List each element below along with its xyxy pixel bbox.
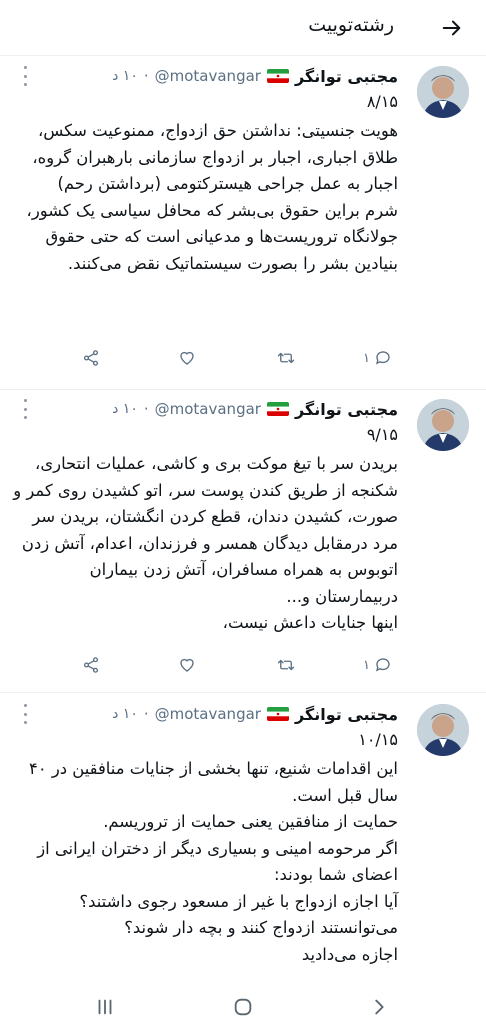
back-icon xyxy=(375,999,384,1015)
author-name[interactable]: مجتبی توانگر xyxy=(295,705,398,724)
iran-flag-icon xyxy=(266,402,289,416)
tweet[interactable]: مجتبی توانگر @motavangar · ۱۰ د ۹/۱۵ بری… xyxy=(0,393,486,693)
iran-flag-icon xyxy=(266,69,289,83)
more-vertical-icon[interactable] xyxy=(20,399,30,419)
avatar-image xyxy=(417,399,469,451)
recent-apps-icon xyxy=(98,999,112,1015)
recent-apps-button[interactable] xyxy=(90,992,120,1022)
more-vertical-icon[interactable] xyxy=(20,66,30,86)
share-button[interactable] xyxy=(82,653,100,677)
header: رشته‌توییت xyxy=(0,0,486,56)
avatar-image xyxy=(417,66,469,118)
system-navbar xyxy=(0,980,486,1034)
tweet-actions: ۱ xyxy=(0,653,486,677)
page-title: رشته‌توییت xyxy=(308,14,394,36)
like-button[interactable] xyxy=(178,653,196,677)
back-button[interactable] xyxy=(436,12,468,44)
reply-count: ۱ xyxy=(363,657,370,673)
home-icon xyxy=(234,998,252,1016)
tweet-meta: مجتبی توانگر @motavangar · ۱۰ د xyxy=(112,702,398,726)
tweet[interactable]: مجتبی توانگر @motavangar · ۱۰ د ۱۰/۱۵ ای… xyxy=(0,698,486,980)
reply-icon xyxy=(375,351,390,365)
retweet-icon xyxy=(277,352,295,364)
arrow-right-icon xyxy=(442,20,461,36)
tweet-actions: ۱ xyxy=(0,346,486,370)
tweet-text: هویت جنسیتی: نداشتن حق ازدواج، ممنوعیت س… xyxy=(26,121,398,273)
tweet-time: ۱۰ د xyxy=(112,68,138,84)
separator-dot: · xyxy=(143,67,149,85)
reply-count: ۱ xyxy=(363,350,370,366)
heart-icon xyxy=(180,658,194,672)
home-button[interactable] xyxy=(228,992,258,1022)
tweet-time: ۱۰ د xyxy=(112,706,138,722)
share-icon xyxy=(83,350,99,366)
retweet-button[interactable] xyxy=(276,346,296,370)
more-vertical-icon[interactable] xyxy=(20,704,30,724)
separator-dot: · xyxy=(143,705,149,723)
heart-icon xyxy=(180,351,194,365)
author-name[interactable]: مجتبی توانگر xyxy=(295,400,398,419)
thread-counter: ۹/۱۵ xyxy=(366,425,398,444)
author-handle[interactable]: @motavangar xyxy=(155,400,261,418)
tweet-text: این اقدامات شنیع، تنها بخشی از جنایات من… xyxy=(29,759,398,964)
thread-counter: ۱۰/۱۵ xyxy=(358,730,398,749)
avatar[interactable] xyxy=(417,704,469,756)
separator-dot: · xyxy=(143,400,149,418)
thread-counter: ۸/۱۵ xyxy=(366,92,398,111)
author-handle[interactable]: @motavangar xyxy=(155,67,261,85)
avatar-image xyxy=(417,704,469,756)
tweet-text: بریدن سر با تیغ موکت بری و کاشی، عملیات … xyxy=(13,454,398,632)
share-icon xyxy=(83,657,99,673)
avatar[interactable] xyxy=(417,66,469,118)
tweet-time: ۱۰ د xyxy=(112,401,138,417)
app: رشته‌توییت مجتبی توانگر @motavangar · xyxy=(0,0,486,1034)
iran-flag-icon xyxy=(266,707,289,721)
retweet-button[interactable] xyxy=(276,653,296,677)
tweet[interactable]: مجتبی توانگر @motavangar · ۱۰ د ۸/۱۵ هوی… xyxy=(0,60,486,390)
author-handle[interactable]: @motavangar xyxy=(155,705,261,723)
reply-button[interactable]: ۱ xyxy=(363,653,392,677)
retweet-icon xyxy=(277,659,295,671)
avatar[interactable] xyxy=(417,399,469,451)
back-nav-button[interactable] xyxy=(364,992,394,1022)
author-name[interactable]: مجتبی توانگر xyxy=(295,67,398,86)
reply-button[interactable]: ۱ xyxy=(363,346,392,370)
tweet-meta: مجتبی توانگر @motavangar · ۱۰ د xyxy=(112,397,398,421)
tweet-meta: مجتبی توانگر @motavangar · ۱۰ د xyxy=(112,64,398,88)
reply-icon xyxy=(375,658,390,672)
like-button[interactable] xyxy=(178,346,196,370)
share-button[interactable] xyxy=(82,346,100,370)
